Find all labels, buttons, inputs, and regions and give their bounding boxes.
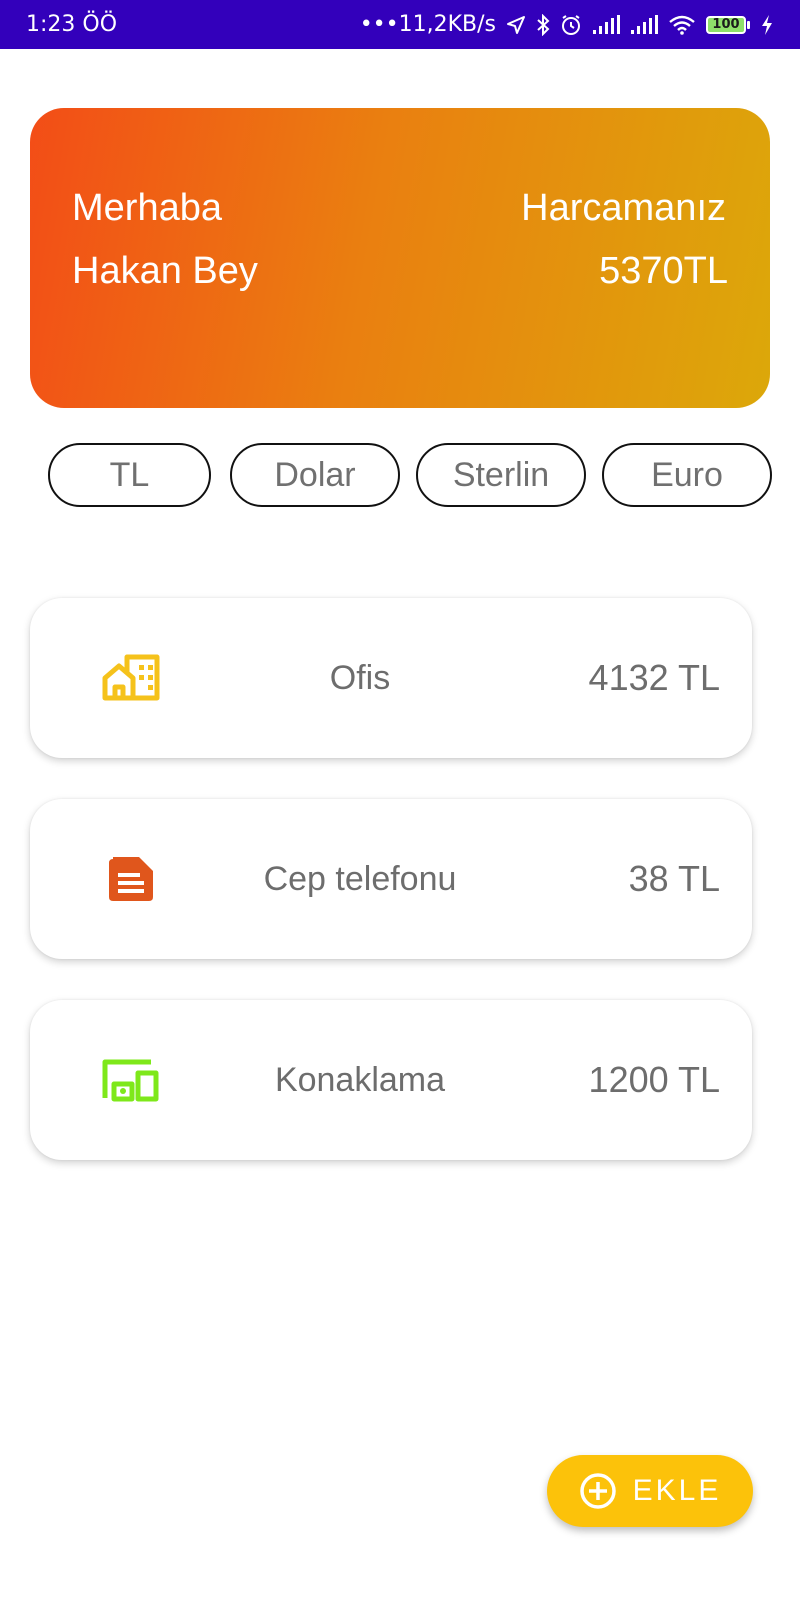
add-button[interactable]: EKLE bbox=[547, 1455, 753, 1527]
spending-total: 5370TL bbox=[599, 250, 728, 292]
spending-label: Harcamanız bbox=[521, 187, 726, 229]
summary-card: Merhaba Hakan Bey Harcamanız 5370TL bbox=[30, 108, 770, 408]
expense-card-ofis[interactable]: Ofis 4132 TL bbox=[30, 598, 752, 758]
currency-selector: TL Dolar Sterlin Euro bbox=[48, 443, 788, 507]
charging-icon bbox=[760, 14, 774, 36]
expense-amount: 4132 TL bbox=[588, 657, 720, 698]
office-building-icon bbox=[102, 654, 160, 702]
expense-name: Ofis bbox=[329, 658, 391, 697]
expense-amount: 38 TL bbox=[628, 858, 720, 899]
expense-amount: 1200 TL bbox=[588, 1059, 720, 1100]
expense-name: Cep telefonu bbox=[263, 859, 457, 898]
currency-chip-tl[interactable]: TL bbox=[48, 443, 211, 507]
status-indicators: •••11,2KB/s 100 bbox=[360, 12, 774, 37]
signal-icon bbox=[592, 14, 620, 35]
network-speed: •••11,2KB/s bbox=[359, 12, 496, 37]
expense-card-konaklama[interactable]: Konaklama 1200 TL bbox=[30, 1000, 752, 1160]
currency-chip-dolar[interactable]: Dolar bbox=[230, 443, 400, 507]
location-arrow-icon bbox=[506, 15, 526, 35]
bluetooth-icon bbox=[536, 13, 550, 36]
currency-chip-sterlin[interactable]: Sterlin bbox=[416, 443, 586, 507]
expense-card-cep-telefonu[interactable]: Cep telefonu 38 TL bbox=[30, 799, 752, 959]
devices-icon bbox=[102, 1056, 160, 1104]
status-bar: 1:23 ÖÖ •••11,2KB/s 100 bbox=[0, 0, 800, 49]
battery-icon: 100 bbox=[706, 15, 750, 34]
add-circle-icon bbox=[579, 1472, 617, 1510]
greeting-text: Merhaba bbox=[72, 187, 222, 229]
document-icon bbox=[102, 855, 160, 903]
alarm-icon bbox=[560, 14, 582, 36]
status-time: 1:23 ÖÖ bbox=[26, 12, 118, 37]
currency-chip-euro[interactable]: Euro bbox=[602, 443, 772, 507]
battery-level: 100 bbox=[706, 15, 746, 34]
expense-name: Konaklama bbox=[274, 1060, 446, 1099]
wifi-icon bbox=[668, 15, 696, 35]
add-button-label: EKLE bbox=[632, 1474, 722, 1507]
signal-icon bbox=[630, 14, 658, 35]
user-name: Hakan Bey bbox=[72, 250, 258, 292]
